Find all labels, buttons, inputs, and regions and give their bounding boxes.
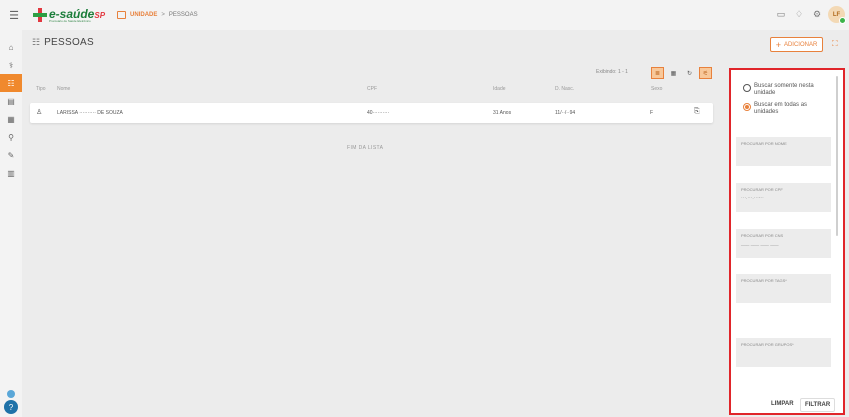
breadcrumb-separator: > xyxy=(161,12,165,18)
search-name-field[interactable]: PROCURAR POR NOME xyxy=(736,137,831,166)
breadcrumb-unit[interactable]: UNIDADE xyxy=(130,12,157,18)
logo-region: SP xyxy=(94,10,106,20)
search-tags-field[interactable]: PROCURAR POR TAGS* xyxy=(736,274,831,303)
column-header-idade[interactable]: Idade xyxy=(493,86,506,92)
column-header-tipo[interactable]: Tipo xyxy=(36,86,46,92)
table-row[interactable]: ♙ LARISSA ·········· DE SOUZA 40········… xyxy=(30,103,713,123)
filter-icon[interactable]: ⚟ xyxy=(699,67,712,79)
column-header-cpf[interactable]: CPF xyxy=(367,86,377,92)
column-header-nascimento[interactable]: D. Nasc. xyxy=(555,86,574,92)
field-label: PROCURAR POR GRUPOS* xyxy=(741,342,794,347)
top-bar: ☰ e-saúdeSP Prontuário de Saúde Eletrôni… xyxy=(0,0,849,30)
radio-search-local[interactable]: Buscar somente nesta unidade xyxy=(743,83,829,97)
breadcrumb-page: PESSOAS xyxy=(168,12,198,18)
help-icon[interactable]: ? xyxy=(4,400,18,414)
record-icon[interactable]: ⎘ xyxy=(694,108,700,116)
assistant-icon[interactable] xyxy=(7,390,15,398)
column-header-nome[interactable]: Nome xyxy=(57,86,70,92)
book-icon[interactable]: ▥ xyxy=(0,164,22,182)
search-cns-field[interactable]: PROCURAR POR CNS ___ ___ ___ ___ xyxy=(736,229,831,258)
person-icon: ♙ xyxy=(36,109,43,116)
plus-icon: + xyxy=(775,39,781,50)
settings-icon[interactable]: ⚙ xyxy=(808,9,826,20)
home-icon[interactable]: ⌂ xyxy=(0,38,22,56)
result-count: Exibindo: 1 - 1 xyxy=(596,69,628,75)
end-of-list: FIM DA LISTA xyxy=(347,145,384,151)
calendar-icon[interactable]: ▦ xyxy=(0,110,22,128)
filter-panel: Buscar somente nesta unidade Buscar em t… xyxy=(729,68,845,415)
search-groups-field[interactable]: PROCURAR POR GRUPOS* xyxy=(736,338,831,367)
page-header: ☷ PESSOAS xyxy=(32,37,94,48)
add-button-label: ADICIONAR xyxy=(783,41,818,48)
row-age: 31 Anos xyxy=(493,110,512,116)
panel-scrollbar[interactable] xyxy=(836,76,838,236)
radio-all-label: Buscar em todas as unidades xyxy=(754,102,808,115)
row-name: LARISSA ·········· DE SOUZA xyxy=(57,110,123,116)
row-cpf: 40·········· xyxy=(367,110,390,116)
field-label: PROCURAR POR TAGS* xyxy=(741,278,787,283)
card-view-icon[interactable]: ▦ xyxy=(667,67,680,79)
list-view-icon[interactable]: ≣ xyxy=(651,67,664,79)
logo-subtitle: Prontuário de Saúde Eletrônico xyxy=(49,18,91,23)
people-title-icon: ☷ xyxy=(32,37,41,47)
people-icon[interactable]: ☷ xyxy=(0,74,22,92)
user-avatar[interactable]: LF xyxy=(828,6,846,24)
building-icon xyxy=(117,11,127,19)
avatar-initials: LF xyxy=(832,11,841,18)
row-birthdate: 11/··/··94 xyxy=(555,110,576,116)
breadcrumb: UNIDADE > PESSOAS xyxy=(117,11,198,19)
stethoscope-icon[interactable]: ⚕ xyxy=(0,56,22,74)
page-title: PESSOAS xyxy=(44,37,94,48)
chat-icon[interactable]: ▭ xyxy=(772,9,790,20)
expand-icon[interactable]: ⛶ xyxy=(832,39,838,49)
notes-icon[interactable]: ✎ xyxy=(0,146,22,164)
sidebar: ⌂ ⚕ ☷ ▤ ▦ ⚲ ✎ ▥ ? xyxy=(0,30,22,417)
field-label: PROCURAR POR NOME xyxy=(741,141,787,146)
field-value: ___ ___ ___ ___ xyxy=(741,241,779,247)
column-header-sexo[interactable]: Sexo xyxy=(651,86,662,92)
radio-local-label: Buscar somente nesta unidade xyxy=(754,83,814,96)
add-button[interactable]: + ADICIONAR xyxy=(770,37,823,52)
app-logo[interactable]: e-saúdeSP Prontuário de Saúde Eletrônico xyxy=(33,8,105,23)
field-label: PROCURAR POR CNS xyxy=(741,233,784,238)
search-cpf-field[interactable]: PROCURAR POR CPF ···.···.···-·· xyxy=(736,183,831,212)
view-toggle-group: ≣ ▦ ↻ ⚟ xyxy=(651,67,715,79)
radio-unselected[interactable] xyxy=(743,84,751,92)
row-sex: F xyxy=(650,110,654,116)
menu-icon[interactable]: ☰ xyxy=(3,9,25,22)
vaccine-icon[interactable]: ⚲ xyxy=(0,128,22,146)
radio-selected[interactable] xyxy=(743,103,751,111)
field-label: PROCURAR POR CPF xyxy=(741,187,783,192)
filter-button[interactable]: FILTRAR xyxy=(800,398,836,412)
clear-button[interactable]: LIMPAR xyxy=(771,401,794,407)
online-status-dot xyxy=(839,17,846,24)
clipboard-icon[interactable]: ▤ xyxy=(0,92,22,110)
field-value: ···.···.···-·· xyxy=(741,195,764,201)
bell-icon[interactable]: ♢ xyxy=(790,9,808,20)
logo-cross-icon xyxy=(33,8,47,22)
radio-search-all[interactable]: Buscar em todas as unidades xyxy=(743,102,829,116)
refresh-icon[interactable]: ↻ xyxy=(683,67,696,79)
